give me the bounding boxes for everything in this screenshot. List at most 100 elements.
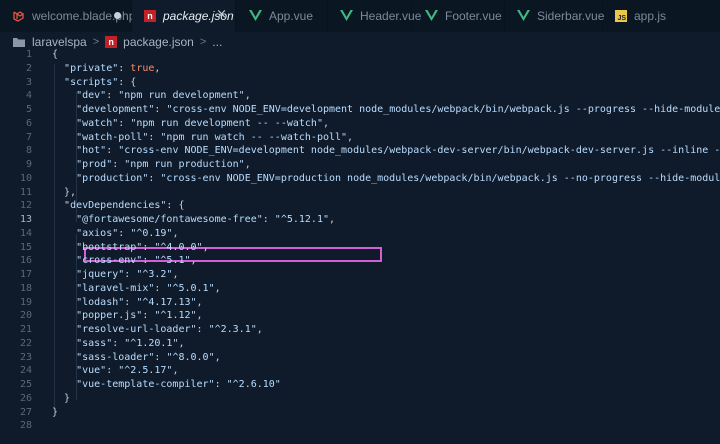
json-string: "^2.5.17" <box>118 365 173 377</box>
code-line[interactable]: 2 "private": true, <box>0 61 720 76</box>
code-line[interactable]: 16 "cross-env": "^5.1", <box>0 253 720 268</box>
line-number: 25 <box>19 379 32 390</box>
tab-footer-vue[interactable]: Footer.vue <box>412 0 505 32</box>
punctuation <box>52 255 76 266</box>
code-line[interactable]: 24 "vue": "^2.5.17", <box>0 363 720 378</box>
code-line[interactable]: 26 } <box>0 391 720 406</box>
code-line[interactable]: 9 "prod": "npm run production", <box>0 157 720 172</box>
code-line[interactable]: 15 "bootstrap": "^4.0.0", <box>0 240 720 255</box>
line-number: 6 <box>25 117 32 129</box>
json-string: "^5.12.1" <box>274 214 329 225</box>
line-number: 18 <box>19 282 32 294</box>
code-text: "watch": "npm run development -- --watch… <box>52 116 329 131</box>
code-text: "prod": "npm run production", <box>52 157 251 172</box>
punctuation: , <box>196 296 203 308</box>
code-line[interactable]: 12 "devDependencies": { <box>0 198 720 213</box>
json-string: "^1.12" <box>154 310 197 322</box>
code-line[interactable]: 28 <box>0 418 720 433</box>
json-string: "npm run development -- --watch" <box>130 117 323 129</box>
code-text: "lodash": "^4.17.13", <box>52 295 203 310</box>
punctuation: }, <box>52 186 77 198</box>
code-line[interactable]: 25 "vue-template-compiler": "^2.6.10" <box>0 377 720 392</box>
punctuation: , <box>256 324 263 335</box>
line-number: 24 <box>19 365 32 377</box>
tab-app-js[interactable]: JS app.js <box>603 0 720 32</box>
code-line[interactable]: 20 "popper.js": "^1.12", <box>0 308 720 323</box>
code-text: "@fortawesome/fontawesome-free": "^5.12.… <box>52 212 335 227</box>
tab-app-vue[interactable]: App.vue <box>236 0 328 32</box>
tab-package-json[interactable]: n package.json × <box>132 0 236 32</box>
code-line[interactable]: 8 "hot": "cross-env NODE_ENV=development… <box>0 143 720 158</box>
punctuation: } <box>52 406 59 418</box>
code-line[interactable]: 11 }, <box>0 185 720 200</box>
vue-icon <box>517 9 530 23</box>
line-number: 21 <box>19 324 32 335</box>
punctuation <box>52 200 64 211</box>
code-line[interactable]: 19 "lodash": "^4.17.13", <box>0 295 720 310</box>
code-text: } <box>52 391 70 406</box>
code-line[interactable]: 4 "dev": "npm run development", <box>0 88 720 103</box>
js-icon: JS <box>615 10 627 22</box>
punctuation <box>52 63 64 74</box>
punctuation: , <box>244 90 251 102</box>
line-number: 15 <box>19 241 32 253</box>
json-key: "scripts" <box>64 76 119 88</box>
punctuation <box>52 269 76 280</box>
json-key: "watch" <box>76 117 119 129</box>
line-number: 3 <box>25 76 32 88</box>
punctuation: , <box>178 337 185 349</box>
punctuation: , <box>244 159 251 170</box>
code-text: "sass-loader": "^8.0.0", <box>52 350 221 365</box>
punctuation <box>52 352 76 363</box>
punctuation <box>52 145 76 156</box>
code-text: "hot": "cross-env NODE_ENV=development n… <box>52 143 720 158</box>
json-string: "npm run production" <box>124 159 245 170</box>
code-text: "resolve-url-loader": "^2.3.1", <box>52 322 263 337</box>
json-key: "dev" <box>76 90 107 102</box>
json-key: "devDependencies" <box>64 200 167 212</box>
code-line[interactable]: 6 "watch": "npm run development -- --wat… <box>0 116 720 131</box>
code-line[interactable]: 22 "sass": "^1.20.1", <box>0 336 720 351</box>
code-line[interactable]: 27} <box>0 405 720 420</box>
json-key: "lodash" <box>76 296 125 308</box>
punctuation: , <box>154 62 161 74</box>
json-key: "sass-loader" <box>76 351 155 363</box>
line-number: 12 <box>19 200 32 212</box>
code-editor[interactable]: 1{2 "private": true, 3 "scripts": {4 "dev… <box>0 42 720 444</box>
code-line[interactable]: 13 "@fortawesome/fontawesome-free": "^5.… <box>0 212 720 227</box>
tab-siderbar-vue[interactable]: Siderbar.vue <box>505 0 604 32</box>
line-number: 7 <box>25 131 32 143</box>
code-line[interactable]: 10 "production": "cross-env NODE_ENV=pro… <box>0 171 720 186</box>
code-text: "axios": "^0.19", <box>52 226 178 241</box>
tab-header-vue[interactable]: Header.vue <box>328 0 421 32</box>
json-key: "popper.js" <box>76 310 143 322</box>
json-string: "^4.17.13" <box>136 296 197 308</box>
punctuation <box>52 365 76 376</box>
json-string: "npm run development" <box>118 90 245 102</box>
tab-welcome-blade[interactable]: welcome.blade.php <box>0 0 135 32</box>
punctuation: , <box>322 117 329 129</box>
code-line[interactable]: 1{ <box>0 47 720 62</box>
close-tab-icon[interactable]: × <box>216 8 227 22</box>
line-number: 14 <box>19 227 32 239</box>
json-key: "cross-env" <box>76 255 143 267</box>
code-line[interactable]: 7 "watch-poll": "npm run watch -- --watc… <box>0 130 720 145</box>
code-line[interactable]: 3 "scripts": { <box>0 75 720 90</box>
code-text: "vue-template-compiler": "^2.6.10" <box>52 377 281 392</box>
json-key: "bootstrap" <box>76 241 143 253</box>
code-line[interactable]: 21 "resolve-url-loader": "^2.3.1", <box>0 322 720 337</box>
json-string: "^3.2" <box>136 269 173 280</box>
code-line[interactable]: 23 "sass-loader": "^8.0.0", <box>0 350 720 365</box>
line-number: 8 <box>25 145 32 157</box>
line-number: 9 <box>25 159 32 170</box>
json-key: "vue-template-compiler" <box>76 379 215 390</box>
code-line[interactable]: 5 "development": "cross-env NODE_ENV=dev… <box>0 102 720 117</box>
punctuation <box>52 214 76 225</box>
code-line[interactable]: 18 "laravel-mix": "^5.0.1", <box>0 281 720 296</box>
code-line[interactable]: 17 "jquery": "^3.2", <box>0 267 720 282</box>
json-string: "cross-env NODE_ENV=production node_modu… <box>160 172 720 184</box>
json-key: "sass" <box>76 337 113 349</box>
punctuation: { <box>172 200 185 212</box>
code-line[interactable]: 14 "axios": "^0.19", <box>0 226 720 241</box>
line-number: 16 <box>19 255 32 267</box>
